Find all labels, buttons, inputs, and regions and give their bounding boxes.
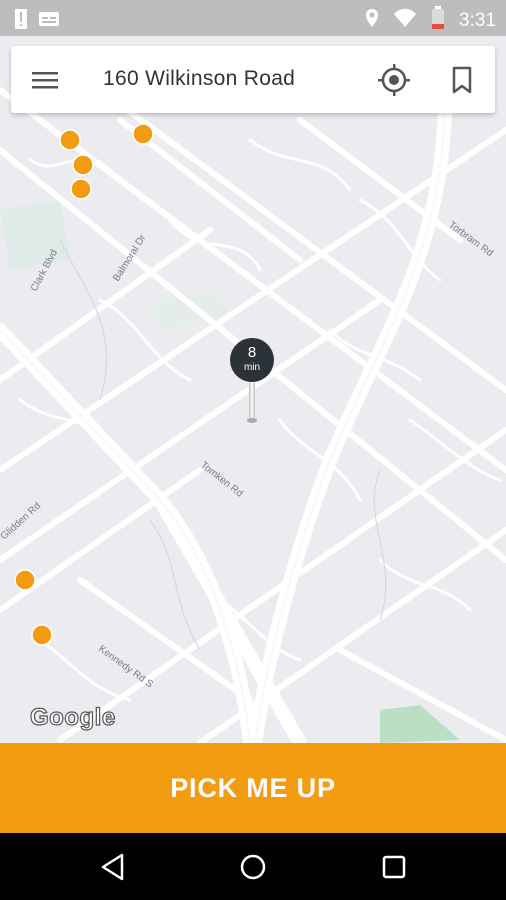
- back-icon[interactable]: [98, 851, 130, 883]
- vehicle-marker[interactable]: [132, 123, 154, 145]
- pickup-pin[interactable]: 8 min: [230, 338, 276, 428]
- alert-icon: [14, 8, 28, 35]
- eta-bubble: 8 min: [230, 338, 274, 382]
- location-icon: [365, 8, 379, 33]
- hamburger-menu-icon[interactable]: [31, 66, 59, 94]
- pick-me-up-button[interactable]: PICK ME UP: [0, 743, 506, 833]
- vehicle-marker[interactable]: [14, 569, 36, 591]
- vehicle-marker[interactable]: [31, 624, 53, 646]
- vehicle-marker[interactable]: [70, 178, 92, 200]
- status-time: 3:31: [459, 9, 496, 31]
- address-text[interactable]: 160 Wilkinson Road: [103, 67, 295, 91]
- status-bar: 3:31: [0, 0, 506, 36]
- bookmark-icon[interactable]: [447, 65, 477, 95]
- battery-icon: [431, 6, 445, 35]
- my-location-icon[interactable]: [377, 63, 411, 97]
- vehicle-marker[interactable]: [72, 154, 94, 176]
- recents-icon[interactable]: [378, 851, 410, 883]
- caption-icon: [38, 11, 60, 32]
- pin-base: [247, 418, 257, 423]
- search-card[interactable]: 160 Wilkinson Road: [11, 46, 495, 113]
- google-logo: Google: [29, 703, 116, 731]
- vehicle-marker[interactable]: [59, 129, 81, 151]
- wifi-icon: [393, 8, 417, 33]
- eta-unit: min: [243, 362, 261, 373]
- home-icon[interactable]: [237, 851, 269, 883]
- pin-stick: [249, 382, 255, 422]
- eta-value: 8: [247, 344, 257, 361]
- navigation-bar: [0, 833, 506, 900]
